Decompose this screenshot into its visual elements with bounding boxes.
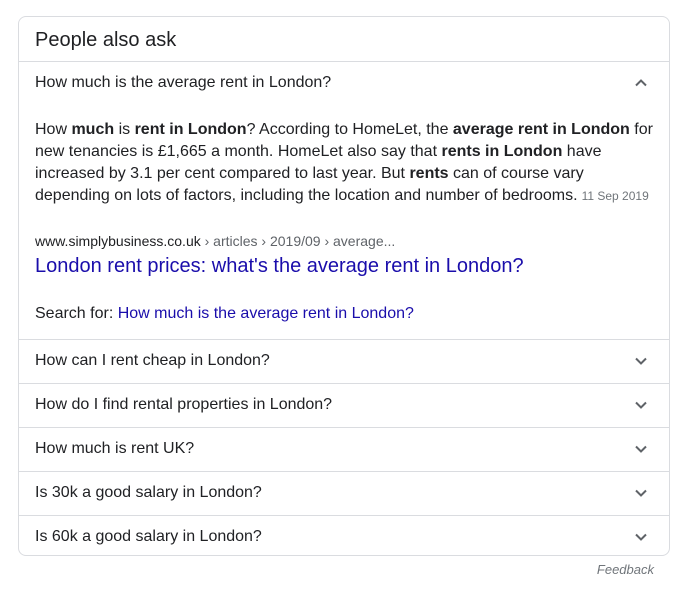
question-text: How can I rent cheap in London? xyxy=(35,352,270,369)
answer-part: rents xyxy=(409,165,449,182)
feedback-link[interactable]: Feedback xyxy=(597,562,654,577)
question-text: How much is rent UK? xyxy=(35,440,195,457)
search-for-label: Search for: xyxy=(35,305,118,322)
question-row[interactable]: How do I find rental properties in Londo… xyxy=(19,383,669,427)
card-title: People also ask xyxy=(35,29,177,51)
citation-site: www.simplybusiness.co.uk xyxy=(35,233,201,249)
answer-part: is xyxy=(114,121,135,138)
answer-part: ? According to HomeLet, the xyxy=(246,121,453,138)
citation-path: › articles › 2019/09 › average... xyxy=(200,233,396,249)
snippet-date: 11 Sep 2019 xyxy=(581,189,649,203)
question-row[interactable]: How can I rent cheap in London? xyxy=(19,339,669,383)
chevron-up-icon[interactable] xyxy=(633,75,649,91)
answer-part: much xyxy=(71,121,115,138)
chevron-down-icon[interactable] xyxy=(633,353,649,369)
chevron-down-icon[interactable] xyxy=(633,485,649,501)
question-row[interactable]: Is 30k a good salary in London? xyxy=(19,471,669,515)
question-text: How much is the average rent in London? xyxy=(35,74,332,91)
question-text: Is 30k a good salary in London? xyxy=(35,484,262,501)
people-also-ask-card: People also ask How much is the average … xyxy=(18,16,670,556)
search-for: Search for: How much is the average rent… xyxy=(35,303,414,325)
answer-part: rent in London xyxy=(134,121,247,138)
chevron-down-icon[interactable] xyxy=(633,441,649,457)
question-text: How do I find rental properties in Londo… xyxy=(35,396,333,413)
result-citation: www.simplybusiness.co.uk › articles › 20… xyxy=(35,231,395,251)
answer-part: rents in London xyxy=(441,143,563,160)
search-for-link[interactable]: How much is the average rent in London? xyxy=(118,305,414,322)
answer-part: How xyxy=(35,121,72,138)
chevron-down-icon[interactable] xyxy=(633,397,649,413)
answer-snippet: How much is rent in London? According to… xyxy=(35,119,659,207)
question-row[interactable]: Is 60k a good salary in London? xyxy=(19,515,669,559)
question-text: Is 60k a good salary in London? xyxy=(35,528,262,545)
answer-part: average rent in London xyxy=(452,121,630,138)
question-row[interactable]: How much is rent UK? xyxy=(19,427,669,471)
chevron-down-icon[interactable] xyxy=(633,529,649,545)
result-link[interactable]: London rent prices: what's the average r… xyxy=(35,253,524,279)
